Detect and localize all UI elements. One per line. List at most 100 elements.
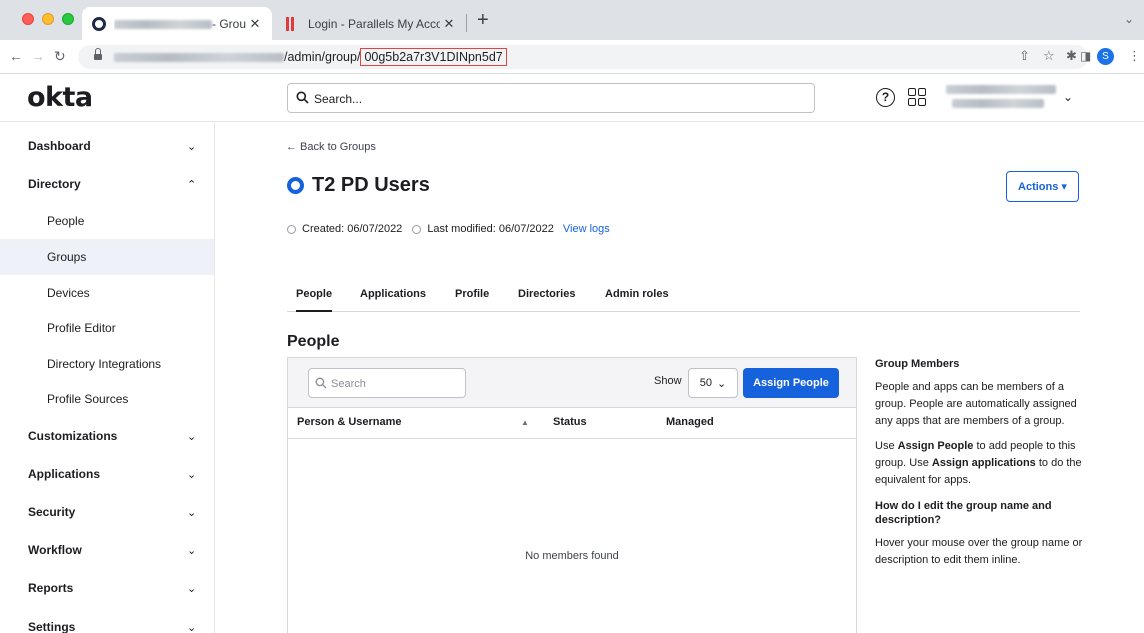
back-arrow-icon[interactable]: ←	[9, 49, 23, 63]
tab-applications[interactable]: Applications	[360, 288, 426, 300]
sidebar-item-settings[interactable]: Settings ⌄	[0, 609, 214, 633]
redacted-text	[114, 19, 212, 29]
created-date: Created: 06/07/2022	[302, 223, 403, 235]
page-size-select[interactable]: 50 ⌄	[688, 368, 738, 398]
chevron-down-icon[interactable]: ⌄	[1063, 90, 1073, 104]
tab-close-icon[interactable]: ✕	[246, 16, 264, 32]
window-close-button[interactable]	[22, 13, 34, 25]
redacted-text	[114, 53, 284, 63]
address-bar[interactable]: /admin/group/00g5b2a7r3V1DINpn5d7	[78, 45, 1088, 69]
clock-icon	[412, 224, 422, 234]
back-to-groups-link[interactable]: ← Back to Groups	[286, 141, 376, 153]
redacted-username	[946, 85, 1056, 94]
page-title: T2 PD Users	[287, 174, 430, 197]
show-label: Show	[654, 375, 682, 387]
sidebar-item-workflow[interactable]: Workflow ⌄	[0, 532, 214, 568]
browser-tab-okta-group[interactable]: - Group ✕	[82, 7, 272, 40]
profile-avatar[interactable]: S	[1097, 48, 1114, 65]
sidebar-item-dashboard[interactable]: Dashboard ⌄	[0, 128, 214, 164]
tab-title: Login - Parallels My Account	[308, 16, 440, 31]
assign-people-button[interactable]: Assign People	[743, 368, 839, 398]
sort-ascending-icon[interactable]: ▲	[521, 418, 529, 427]
sidebar-item-security[interactable]: Security ⌄	[0, 494, 214, 530]
clock-icon	[287, 224, 296, 234]
browser-tab-bar: - Group ✕ Login - Parallels My Account ✕…	[0, 0, 1144, 40]
tab-close-icon[interactable]: ✕	[440, 16, 458, 32]
chevron-down-icon: ⌄	[717, 377, 727, 390]
chevron-down-icon: ⌄	[187, 621, 197, 633]
sidebar-item-groups[interactable]: Groups	[0, 239, 214, 275]
members-panel: Search Show 50 ⌄ Assign People Person & …	[287, 357, 857, 633]
column-header-person[interactable]: Person & Username	[297, 416, 402, 428]
actions-button[interactable]: Actions ▾	[1006, 171, 1079, 202]
search-icon	[315, 377, 327, 389]
sidebar-item-label: Dashboard	[28, 139, 91, 153]
search-placeholder: Search...	[314, 92, 363, 106]
sidebar-item-label: Devices	[47, 286, 90, 300]
sidebar-item-applications[interactable]: Applications ⌄	[0, 456, 214, 492]
help-icon[interactable]: ?	[876, 88, 895, 107]
parallels-favicon-icon	[286, 16, 300, 31]
new-tab-icon[interactable]: +	[477, 10, 489, 30]
help-text: Use Assign People to add people to this …	[875, 440, 1082, 486]
extensions-icon[interactable]: ✱	[1066, 49, 1077, 63]
chevron-down-icon: ⌄	[187, 430, 197, 443]
user-menu[interactable]	[946, 85, 1056, 108]
group-icon	[287, 177, 304, 194]
tab-people[interactable]: People	[296, 288, 333, 312]
reload-icon[interactable]: ↻	[54, 49, 66, 63]
app-switcher-icon[interactable]	[908, 88, 926, 106]
empty-state-message: No members found	[525, 550, 619, 562]
group-tabs: People Applications Profile Directories …	[287, 278, 1080, 312]
sidebar-item-profile-editor[interactable]: Profile Editor	[0, 310, 214, 346]
side-panel-icon[interactable]: ◨	[1080, 49, 1091, 63]
sidebar-item-directory[interactable]: Directory ⌃	[0, 166, 214, 202]
page-size-value: 50	[699, 377, 713, 389]
sidebar-item-profile-sources[interactable]: Profile Sources	[0, 381, 214, 417]
column-header-managed[interactable]: Managed	[666, 416, 714, 428]
help-text: People and apps can be members of a grou…	[875, 381, 1077, 427]
sidebar-item-label: Reports	[28, 581, 74, 595]
tab-profile[interactable]: Profile	[455, 288, 489, 300]
view-logs-link[interactable]: View logs	[563, 223, 610, 235]
sidebar-item-label: Directory	[28, 177, 81, 191]
sidebar-item-devices[interactable]: Devices	[0, 275, 214, 311]
help-heading: How do I edit the group name and descrip…	[875, 500, 1052, 526]
members-toolbar: Search Show 50 ⌄ Assign People	[288, 358, 856, 408]
group-name[interactable]: T2 PD Users	[312, 174, 430, 197]
okta-logo[interactable]: okta	[27, 82, 93, 113]
window-minimize-button[interactable]	[42, 13, 54, 25]
browser-tab-parallels[interactable]: Login - Parallels My Account ✕	[276, 7, 466, 40]
group-metadata: Created: 06/07/2022 Last modified: 06/07…	[287, 223, 610, 235]
browser-menu-icon[interactable]: ⋮	[1128, 49, 1141, 63]
sidebar-item-directory-integrations[interactable]: Directory Integrations	[0, 346, 214, 382]
global-search-input[interactable]: Search...	[287, 83, 815, 113]
search-icon	[296, 91, 309, 104]
sidebar-item-label: Settings	[28, 620, 76, 633]
section-title: People	[287, 333, 340, 350]
bookmark-star-icon[interactable]: ☆	[1043, 49, 1055, 63]
chevron-down-icon: ⌄	[187, 506, 197, 519]
divider	[288, 438, 856, 439]
people-search-input[interactable]: Search	[308, 368, 466, 398]
column-header-status[interactable]: Status	[553, 416, 587, 428]
sidebar-item-people[interactable]: People	[0, 203, 214, 239]
app-header: okta Search... ? ⌄	[0, 74, 1144, 122]
sidebar-item-label: Directory Integrations	[47, 357, 162, 371]
forward-arrow-icon[interactable]: →	[31, 49, 45, 63]
window-zoom-button[interactable]	[62, 13, 74, 25]
tab-separator	[466, 14, 467, 32]
chevron-up-icon: ⌃	[187, 178, 197, 191]
tab-title: - Group	[114, 17, 246, 31]
sidebar-item-label: Profile Editor	[47, 321, 116, 335]
sidebar-item-customizations[interactable]: Customizations ⌄	[0, 418, 214, 454]
sidebar-item-label: Workflow	[28, 543, 82, 557]
chevron-down-icon: ⌄	[187, 544, 197, 557]
tab-directories[interactable]: Directories	[518, 288, 575, 300]
sidebar-item-label: Groups	[47, 250, 87, 264]
tab-admin-roles[interactable]: Admin roles	[605, 288, 669, 300]
tab-search-chevron-icon[interactable]: ⌄	[1124, 12, 1134, 26]
share-icon[interactable]: ⇧	[1019, 49, 1030, 63]
sidebar-item-label: Profile Sources	[47, 392, 129, 406]
sidebar-item-reports[interactable]: Reports ⌄	[0, 570, 214, 606]
